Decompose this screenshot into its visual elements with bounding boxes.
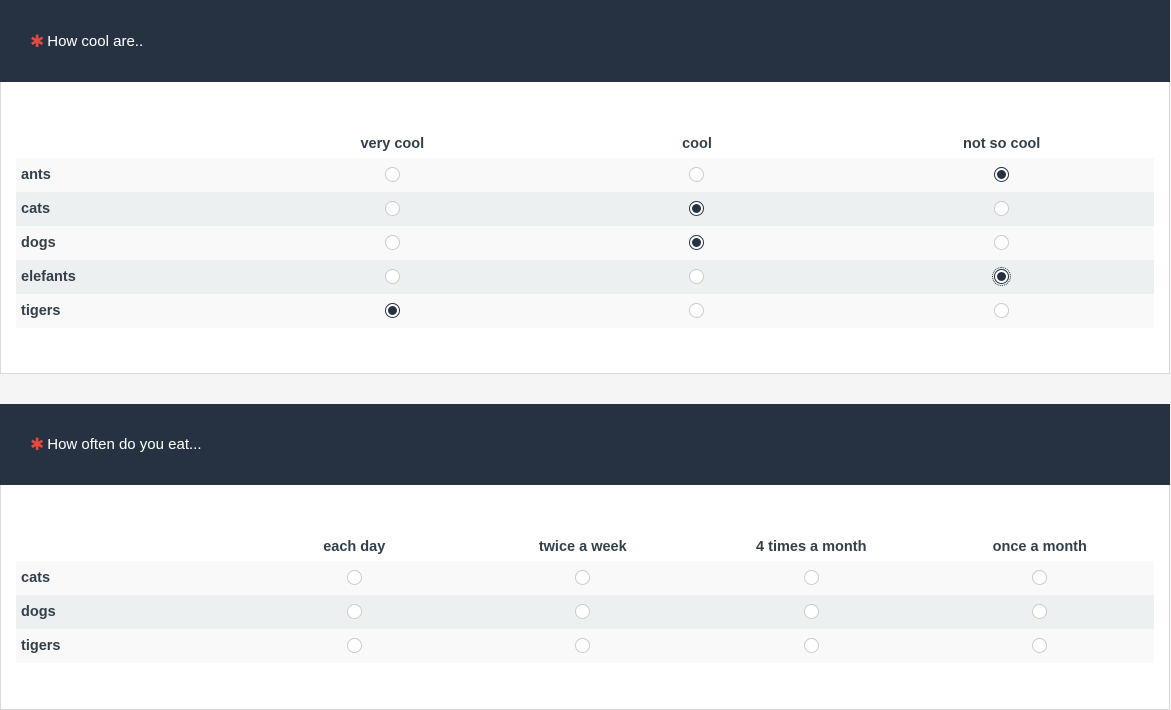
question-how-often: ✱ How often do you eat... each day twice…: [0, 404, 1170, 710]
column-header: very cool: [360, 136, 425, 152]
table-row: tigers: [16, 629, 1154, 663]
radio-button[interactable]: [1032, 638, 1048, 654]
row-label: cats: [16, 561, 240, 595]
required-asterisk-icon: ✱: [30, 31, 45, 51]
row-label: cats: [16, 192, 240, 226]
radio-button[interactable]: [575, 604, 591, 620]
question-how-cool: ✱ How cool are.. very cool cool not so c…: [0, 0, 1170, 374]
row-label: ants: [16, 158, 240, 192]
column-header: not so cool: [962, 136, 1041, 152]
radio-button[interactable]: [803, 604, 819, 620]
table-row: ants: [16, 158, 1154, 192]
radio-button[interactable]: [384, 235, 400, 251]
radio-button[interactable]: [994, 201, 1010, 217]
row-label: dogs: [16, 595, 240, 629]
required-asterisk-icon: ✱: [30, 435, 45, 454]
radio-button[interactable]: [994, 235, 1010, 251]
radio-button[interactable]: [575, 570, 591, 586]
radio-button[interactable]: [384, 269, 400, 285]
radio-button[interactable]: [1032, 570, 1048, 586]
column-header: each day: [323, 539, 386, 555]
radio-button[interactable]: [994, 303, 1010, 319]
matrix-table: each day twice a week 4 times a month on…: [16, 533, 1154, 663]
radio-button[interactable]: [689, 167, 705, 183]
radio-button[interactable]: [994, 167, 1010, 183]
table-row: elefants: [16, 260, 1154, 294]
table-row: dogs: [16, 595, 1154, 629]
question-title: How often do you eat...: [47, 436, 202, 453]
table-row: cats: [16, 561, 1154, 595]
radio-button[interactable]: [689, 235, 705, 251]
radio-button[interactable]: [689, 269, 705, 285]
matrix-table: very cool cool not so cool ants cats dog…: [16, 130, 1154, 328]
column-header: 4 times a month: [756, 539, 867, 555]
question-body: each day twice a week 4 times a month on…: [0, 485, 1170, 710]
radio-button[interactable]: [346, 570, 362, 586]
question-body: very cool cool not so cool ants cats dog…: [0, 82, 1170, 374]
column-header: cool: [682, 136, 712, 152]
row-label: tigers: [16, 629, 240, 663]
radio-button[interactable]: [689, 201, 705, 217]
radio-button[interactable]: [384, 201, 400, 217]
radio-button[interactable]: [803, 570, 819, 586]
radio-button[interactable]: [575, 638, 591, 654]
question-header: ✱ How cool are..: [0, 0, 1170, 82]
radio-button[interactable]: [803, 638, 819, 654]
table-row: tigers: [16, 294, 1154, 328]
row-label: dogs: [16, 226, 240, 260]
radio-button[interactable]: [346, 638, 362, 654]
matrix-corner: [16, 533, 240, 561]
table-row: dogs: [16, 226, 1154, 260]
row-label: elefants: [16, 260, 240, 294]
table-row: cats: [16, 192, 1154, 226]
question-title: How cool are..: [47, 32, 144, 50]
radio-button[interactable]: [346, 604, 362, 620]
column-header: twice a week: [538, 539, 627, 555]
column-header: once a month: [992, 539, 1087, 555]
radio-button[interactable]: [1032, 604, 1048, 620]
matrix-corner: [16, 130, 240, 158]
question-header: ✱ How often do you eat...: [0, 404, 1170, 485]
radio-button[interactable]: [992, 267, 1012, 287]
row-label: tigers: [16, 294, 240, 328]
radio-button[interactable]: [384, 167, 400, 183]
radio-button[interactable]: [384, 303, 400, 319]
radio-button[interactable]: [689, 303, 705, 319]
